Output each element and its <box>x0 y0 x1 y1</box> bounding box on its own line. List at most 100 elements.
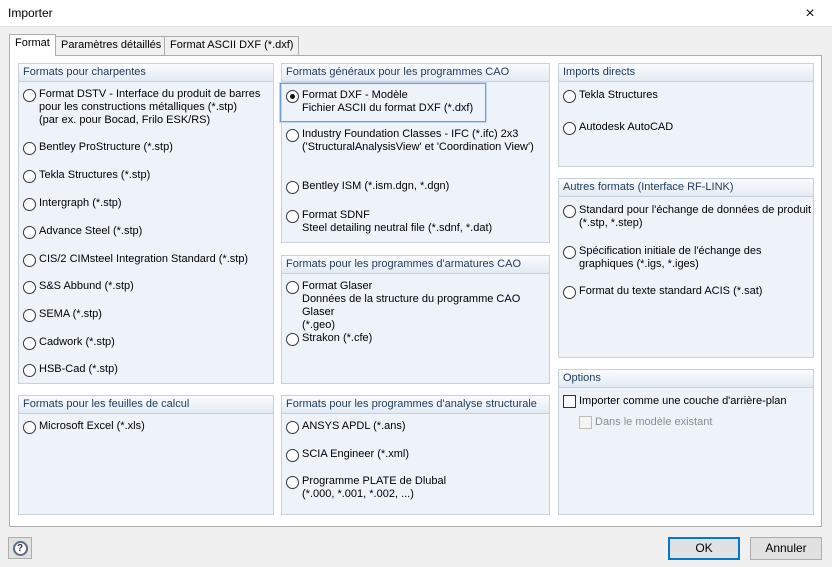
option-label: Format Glaser Données de la structure du… <box>302 280 521 331</box>
option-label: Spécification initiale de l'échange des … <box>579 245 762 270</box>
tab-detailed-parameters[interactable]: Paramètres détaillés <box>55 36 168 55</box>
option-ss-abbund[interactable]: S&S Abbund (*.stp) <box>23 280 134 294</box>
radio-button[interactable] <box>563 246 576 259</box>
option-iges[interactable]: Spécification initiale de l'échange des … <box>563 245 762 271</box>
option-label: Advance Steel (*.stp) <box>39 225 143 237</box>
option-intergraph[interactable]: Intergraph (*.stp) <box>23 197 122 211</box>
option-glaser[interactable]: Format Glaser Données de la structure du… <box>286 280 549 332</box>
checkbox-label: Dans le modèle existant <box>595 416 713 428</box>
radio-button[interactable] <box>23 198 36 211</box>
option-acis[interactable]: Format du texte standard ACIS (*.sat) <box>563 285 762 299</box>
group-title: Imports directs <box>559 64 813 82</box>
radio-button[interactable] <box>563 122 576 135</box>
option-step[interactable]: Standard pour l'échange de données de pr… <box>563 204 811 230</box>
tab-format[interactable]: Format <box>9 34 56 56</box>
radio-button[interactable] <box>286 449 299 462</box>
option-label: Bentley ISM (*.ism.dgn, *.dgn) <box>302 180 450 192</box>
title-bar: Importer × <box>0 0 832 27</box>
option-label: HSB-Cad (*.stp) <box>39 363 118 375</box>
option-bentley-prostructure[interactable]: Bentley ProStructure (*.stp) <box>23 141 173 155</box>
checkbox-background-layer[interactable] <box>563 395 576 408</box>
radio-button[interactable] <box>563 286 576 299</box>
radio-button[interactable] <box>286 129 299 142</box>
close-icon: × <box>805 4 815 22</box>
radio-button[interactable] <box>23 421 36 434</box>
group-structural-frames: Formats pour charpentes Format DSTV - In… <box>18 63 274 384</box>
selection-focus-box <box>280 83 486 122</box>
option-label: Bentley ProStructure (*.stp) <box>39 141 173 153</box>
option-dstv[interactable]: Format DSTV - Interface du produit de ba… <box>23 88 260 127</box>
option-cis2[interactable]: CIS/2 CIMsteel Integration Standard (*.s… <box>23 253 248 267</box>
option-scia[interactable]: SCIA Engineer (*.xml) <box>286 448 409 462</box>
option-label: CIS/2 CIMsteel Integration Standard (*.s… <box>39 253 249 265</box>
option-bentley-ism[interactable]: Bentley ISM (*.ism.dgn, *.dgn) <box>286 180 449 194</box>
radio-button[interactable] <box>286 210 299 223</box>
group-title: Autres formats (Interface RF-LINK) <box>559 179 813 197</box>
option-strakon[interactable]: Strakon (*.cfe) <box>286 332 372 346</box>
radio-button[interactable] <box>286 281 299 294</box>
group-reinforcement-cad: Formats pour les programmes d'armatures … <box>281 255 550 384</box>
option-label: ANSYS APDL (*.ans) <box>302 420 406 432</box>
option-ansys[interactable]: ANSYS APDL (*.ans) <box>286 420 406 434</box>
cancel-button[interactable]: Annuler <box>750 537 822 560</box>
radio-button[interactable] <box>23 89 36 102</box>
option-label: Standard pour l'échange de données de pr… <box>579 204 812 229</box>
checkbox-label: Importer comme une couche d'arrière-plan <box>579 395 787 407</box>
option-label: SEMA (*.stp) <box>39 308 102 320</box>
option-tekla-structures[interactable]: Tekla Structures <box>563 89 658 103</box>
radio-button[interactable] <box>286 333 299 346</box>
checkbox-existing-model <box>579 416 592 429</box>
radio-button[interactable] <box>23 337 36 350</box>
option-label: Autodesk AutoCAD <box>579 121 674 133</box>
option-sema[interactable]: SEMA (*.stp) <box>23 308 102 322</box>
help-button[interactable]: ? <box>8 537 32 559</box>
radio-button-checked[interactable] <box>286 90 299 103</box>
option-ifc[interactable]: Industry Foundation Classes - IFC (*.ifc… <box>286 128 534 154</box>
radio-button[interactable] <box>23 226 36 239</box>
radio-button[interactable] <box>563 205 576 218</box>
option-excel[interactable]: Microsoft Excel (*.xls) <box>23 420 145 434</box>
option-dxf[interactable]: Format DXF - Modèle Fichier ASCII du for… <box>280 83 486 122</box>
group-direct-imports: Imports directs Tekla Structures Autodes… <box>558 63 814 167</box>
radio-button[interactable] <box>23 281 36 294</box>
group-title: Formats généraux pour les programmes CAO <box>282 64 549 82</box>
option-background-layer[interactable]: Importer comme une couche d'arrière-plan <box>563 394 787 408</box>
option-label: Microsoft Excel (*.xls) <box>39 420 145 432</box>
option-advance-steel[interactable]: Advance Steel (*.stp) <box>23 225 142 239</box>
option-label: Format du texte standard ACIS (*.sat) <box>579 285 763 297</box>
group-options: Options Importer comme une couche d'arri… <box>558 369 814 515</box>
option-label: SCIA Engineer (*.xml) <box>302 448 409 460</box>
option-label: Format SDNF Steel detailing neutral file… <box>302 209 493 234</box>
group-spreadsheets: Formats pour les feuilles de calcul Micr… <box>18 395 274 515</box>
window-title: Importer <box>8 6 53 20</box>
group-title: Formats pour les programmes d'armatures … <box>282 256 549 274</box>
radio-button[interactable] <box>23 254 36 267</box>
option-label: Tekla Structures <box>579 89 658 101</box>
option-plate[interactable]: Programme PLATE de Dlubal (*.000, *.001,… <box>286 475 446 501</box>
option-sdnf[interactable]: Format SDNF Steel detailing neutral file… <box>286 209 492 235</box>
option-label: Industry Foundation Classes - IFC (*.ifc… <box>302 128 534 153</box>
group-title: Formats pour les feuilles de calcul <box>19 396 273 414</box>
group-rf-link: Autres formats (Interface RF-LINK) Stand… <box>558 178 814 358</box>
option-hsb-cad[interactable]: HSB-Cad (*.stp) <box>23 363 118 377</box>
radio-button[interactable] <box>23 364 36 377</box>
option-tekla-stp[interactable]: Tekla Structures (*.stp) <box>23 169 150 183</box>
close-button[interactable]: × <box>788 0 832 27</box>
group-title: Formats pour les programmes d'analyse st… <box>282 396 549 414</box>
ok-button[interactable]: OK <box>668 537 740 560</box>
radio-button[interactable] <box>286 476 299 489</box>
radio-button[interactable] <box>563 90 576 103</box>
radio-button[interactable] <box>286 181 299 194</box>
option-label: Strakon (*.cfe) <box>302 332 373 344</box>
radio-button[interactable] <box>286 421 299 434</box>
option-label: Tekla Structures (*.stp) <box>39 169 151 181</box>
tab-dxf-ascii[interactable]: Format ASCII DXF (*.dxf) <box>164 36 300 55</box>
option-label: Cadwork (*.stp) <box>39 336 115 348</box>
radio-button[interactable] <box>23 142 36 155</box>
option-existing-model: Dans le modèle existant <box>579 415 712 429</box>
radio-button[interactable] <box>23 170 36 183</box>
option-cadwork[interactable]: Cadwork (*.stp) <box>23 336 115 350</box>
option-autocad[interactable]: Autodesk AutoCAD <box>563 121 673 135</box>
radio-button[interactable] <box>23 309 36 322</box>
option-label: S&S Abbund (*.stp) <box>39 280 134 292</box>
